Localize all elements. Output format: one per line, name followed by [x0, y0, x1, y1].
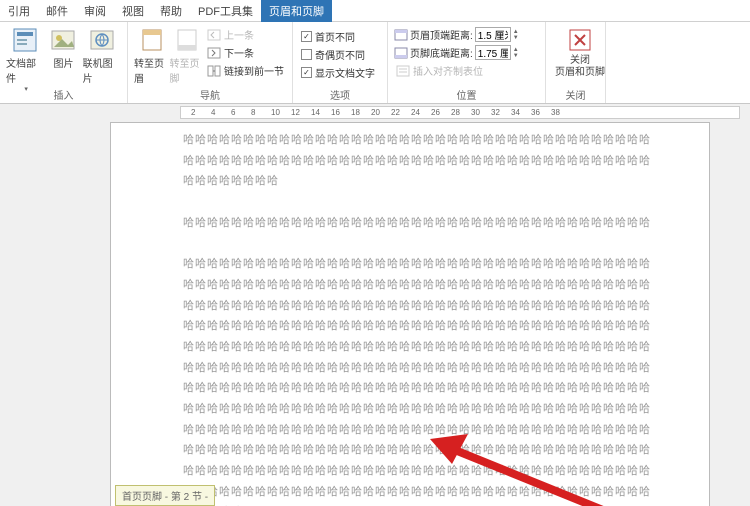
- header-distance-icon: [394, 29, 408, 41]
- body-line: 哈哈哈哈哈哈哈哈哈哈哈哈哈哈哈哈哈哈哈哈哈哈哈哈哈哈哈哈哈哈哈哈哈哈哈哈哈哈哈: [183, 441, 699, 460]
- ruler-mark: 8: [251, 108, 255, 117]
- checkbox-icon: ✓: [301, 67, 312, 78]
- ruler-mark: 20: [371, 108, 380, 117]
- body-line: 哈哈哈哈哈哈哈哈哈哈哈哈哈哈哈哈哈哈哈哈哈哈哈哈哈哈哈哈哈哈哈哈哈哈哈哈哈哈哈: [183, 317, 699, 336]
- group-insert-label: 插入: [0, 87, 127, 102]
- footer-distance-icon: [394, 47, 408, 59]
- menu-mail[interactable]: 邮件: [38, 3, 76, 19]
- goto-footer-button[interactable]: 转至页脚: [170, 24, 206, 85]
- doc-parts-icon: [11, 26, 39, 54]
- goto-header-button[interactable]: 转至页眉: [134, 24, 170, 85]
- show-doc-text-check[interactable]: ✓显示文档文字: [299, 64, 381, 81]
- pics-button[interactable]: 图片: [44, 24, 82, 93]
- first-page-diff-check[interactable]: ✓首页不同: [299, 28, 381, 45]
- group-nav-label: 导航: [128, 87, 292, 102]
- checkbox-icon: [301, 49, 312, 60]
- next-button[interactable]: 下一条: [205, 44, 286, 61]
- header-top-row: 页眉顶端距离: ▲▼: [394, 26, 539, 43]
- ruler-mark: 12: [291, 108, 300, 117]
- next-icon: [207, 47, 221, 59]
- goto-header-icon: [138, 26, 166, 54]
- footer-section-tag: 首页页脚 - 第 2 节 -: [115, 485, 215, 506]
- body-line: 哈哈哈哈哈哈哈哈: [183, 172, 699, 191]
- align-tab-button[interactable]: 插入对齐制表位: [394, 62, 539, 79]
- horizontal-ruler[interactable]: 2468101214161820222426283032343638: [180, 106, 740, 119]
- ruler-mark: 30: [471, 108, 480, 117]
- body-line: 哈哈哈哈哈哈哈哈哈哈哈哈哈哈哈哈哈哈哈哈哈哈哈哈哈哈哈哈哈哈哈哈哈哈哈哈哈哈哈: [183, 462, 699, 481]
- menu-help[interactable]: 帮助: [152, 3, 190, 19]
- body-line: 哈哈哈哈哈哈哈哈哈哈哈哈哈哈哈哈哈哈哈哈哈哈哈哈哈哈哈哈哈哈哈哈哈哈哈哈哈哈哈: [183, 152, 699, 171]
- close-icon: [566, 26, 594, 54]
- ruler-mark: 22: [391, 108, 400, 117]
- ruler-mark: 4: [211, 108, 215, 117]
- close-header-footer-button[interactable]: 关闭 页眉和页脚: [552, 24, 608, 79]
- online-picture-icon: [88, 26, 116, 54]
- ruler-mark: 14: [311, 108, 320, 117]
- body-line: 哈哈哈哈哈哈哈哈哈哈哈哈哈哈哈哈哈哈哈哈哈哈哈哈哈哈哈哈哈哈哈哈哈哈哈哈哈哈哈: [183, 131, 699, 150]
- document-page[interactable]: 哈哈哈哈哈哈哈哈哈哈哈哈哈哈哈哈哈哈哈哈哈哈哈哈哈哈哈哈哈哈哈哈哈哈哈哈哈哈哈哈…: [110, 122, 710, 506]
- workspace: 2468101214161820222426283032343638 哈哈哈哈哈…: [0, 104, 750, 506]
- ruler-mark: 28: [451, 108, 460, 117]
- group-close-label: 关闭: [546, 87, 605, 102]
- ruler-mark: 26: [431, 108, 440, 117]
- ribbon: 文档部件▾ 图片 联机图片 插入 转至页眉 转至页脚 上一条: [0, 22, 750, 104]
- ruler-mark: 2: [191, 108, 195, 117]
- ruler-mark: 10: [271, 108, 280, 117]
- group-options-label: 选项: [293, 87, 387, 102]
- menu-header-footer[interactable]: 页眉和页脚: [261, 0, 332, 22]
- menu-pdf[interactable]: PDF工具集: [190, 3, 261, 19]
- prev-icon: [207, 29, 221, 41]
- footer-bottom-input[interactable]: [475, 45, 511, 60]
- body-line: 哈哈哈哈哈哈哈哈哈哈哈哈哈哈哈哈哈哈哈哈哈哈哈哈哈哈哈哈哈哈哈哈哈哈哈哈哈哈哈: [183, 297, 699, 316]
- body-line: [183, 234, 699, 253]
- header-top-input[interactable]: [475, 27, 511, 42]
- menu-review[interactable]: 审阅: [76, 3, 114, 19]
- spin-down[interactable]: ▼: [513, 35, 519, 41]
- body-line: 哈哈哈哈哈哈哈哈哈哈哈哈哈哈哈哈哈哈哈哈哈哈哈哈哈哈哈哈哈哈哈哈哈哈哈哈哈哈哈: [183, 379, 699, 398]
- align-tab-icon: [396, 65, 410, 77]
- ruler-mark: 24: [411, 108, 420, 117]
- footer-bottom-row: 页脚底端距离: ▲▼: [394, 44, 539, 61]
- ruler-mark: 38: [551, 108, 560, 117]
- body-line: 哈哈哈哈哈哈哈哈哈哈哈哈哈哈哈哈哈哈哈哈哈哈哈哈哈哈哈哈哈哈哈哈哈哈哈哈哈哈哈: [183, 400, 699, 419]
- ruler-mark: 32: [491, 108, 500, 117]
- body-line: 哈哈哈哈哈哈哈哈哈哈哈哈哈哈哈哈哈哈哈哈哈哈哈哈哈哈哈哈哈哈哈哈哈哈哈哈哈哈哈: [183, 338, 699, 357]
- ruler-mark: 16: [331, 108, 340, 117]
- ruler-mark: 6: [231, 108, 235, 117]
- ruler-mark: 36: [531, 108, 540, 117]
- ruler-mark: 34: [511, 108, 520, 117]
- checkbox-icon: ✓: [301, 31, 312, 42]
- menu-view[interactable]: 视图: [114, 3, 152, 19]
- body-line: [183, 193, 699, 212]
- online-pics-button[interactable]: 联机图片: [83, 24, 121, 93]
- prev-button[interactable]: 上一条: [205, 26, 286, 43]
- spin-down[interactable]: ▼: [513, 53, 519, 59]
- body-line: 哈哈哈哈哈哈哈哈哈哈哈哈哈哈哈哈哈哈哈哈哈哈哈哈哈哈哈哈哈哈哈哈哈哈哈哈哈哈哈: [183, 359, 699, 378]
- ruler-mark: 18: [351, 108, 360, 117]
- link-icon: [207, 65, 221, 77]
- odd-even-diff-check[interactable]: 奇偶页不同: [299, 46, 381, 63]
- doc-parts-button[interactable]: 文档部件▾: [6, 24, 44, 93]
- menu-refs[interactable]: 引用: [0, 3, 38, 19]
- menu-bar: 引用 邮件 审阅 视图 帮助 PDF工具集 页眉和页脚: [0, 0, 750, 22]
- body-line: 哈哈哈哈哈哈哈哈哈哈哈哈哈哈哈哈哈哈哈哈哈哈哈哈哈哈哈哈哈哈哈哈哈哈哈哈哈哈哈: [183, 214, 699, 233]
- body-line: 哈哈哈哈哈哈哈哈哈哈哈哈哈哈哈哈哈哈哈哈哈哈哈哈哈哈哈哈哈哈哈哈哈哈哈哈哈哈哈: [183, 421, 699, 440]
- picture-icon: [49, 26, 77, 54]
- link-prev-button[interactable]: 链接到前一节: [205, 62, 286, 79]
- group-position-label: 位置: [388, 87, 545, 102]
- body-line: 哈哈哈哈哈哈哈哈哈哈哈哈哈哈哈哈哈哈哈哈哈哈哈哈哈哈哈哈哈哈哈哈哈哈哈哈哈哈哈: [183, 276, 699, 295]
- body-line: 哈哈哈哈哈哈哈哈哈哈哈哈哈哈哈哈哈哈哈哈哈哈哈哈哈哈哈哈哈哈哈哈哈哈哈哈哈哈哈: [183, 483, 699, 502]
- body-line: 哈哈哈哈哈哈哈哈哈哈哈哈哈哈哈哈哈哈哈哈哈哈哈哈哈哈哈哈哈哈哈哈哈哈哈哈哈哈哈: [183, 255, 699, 274]
- goto-footer-icon: [173, 26, 201, 54]
